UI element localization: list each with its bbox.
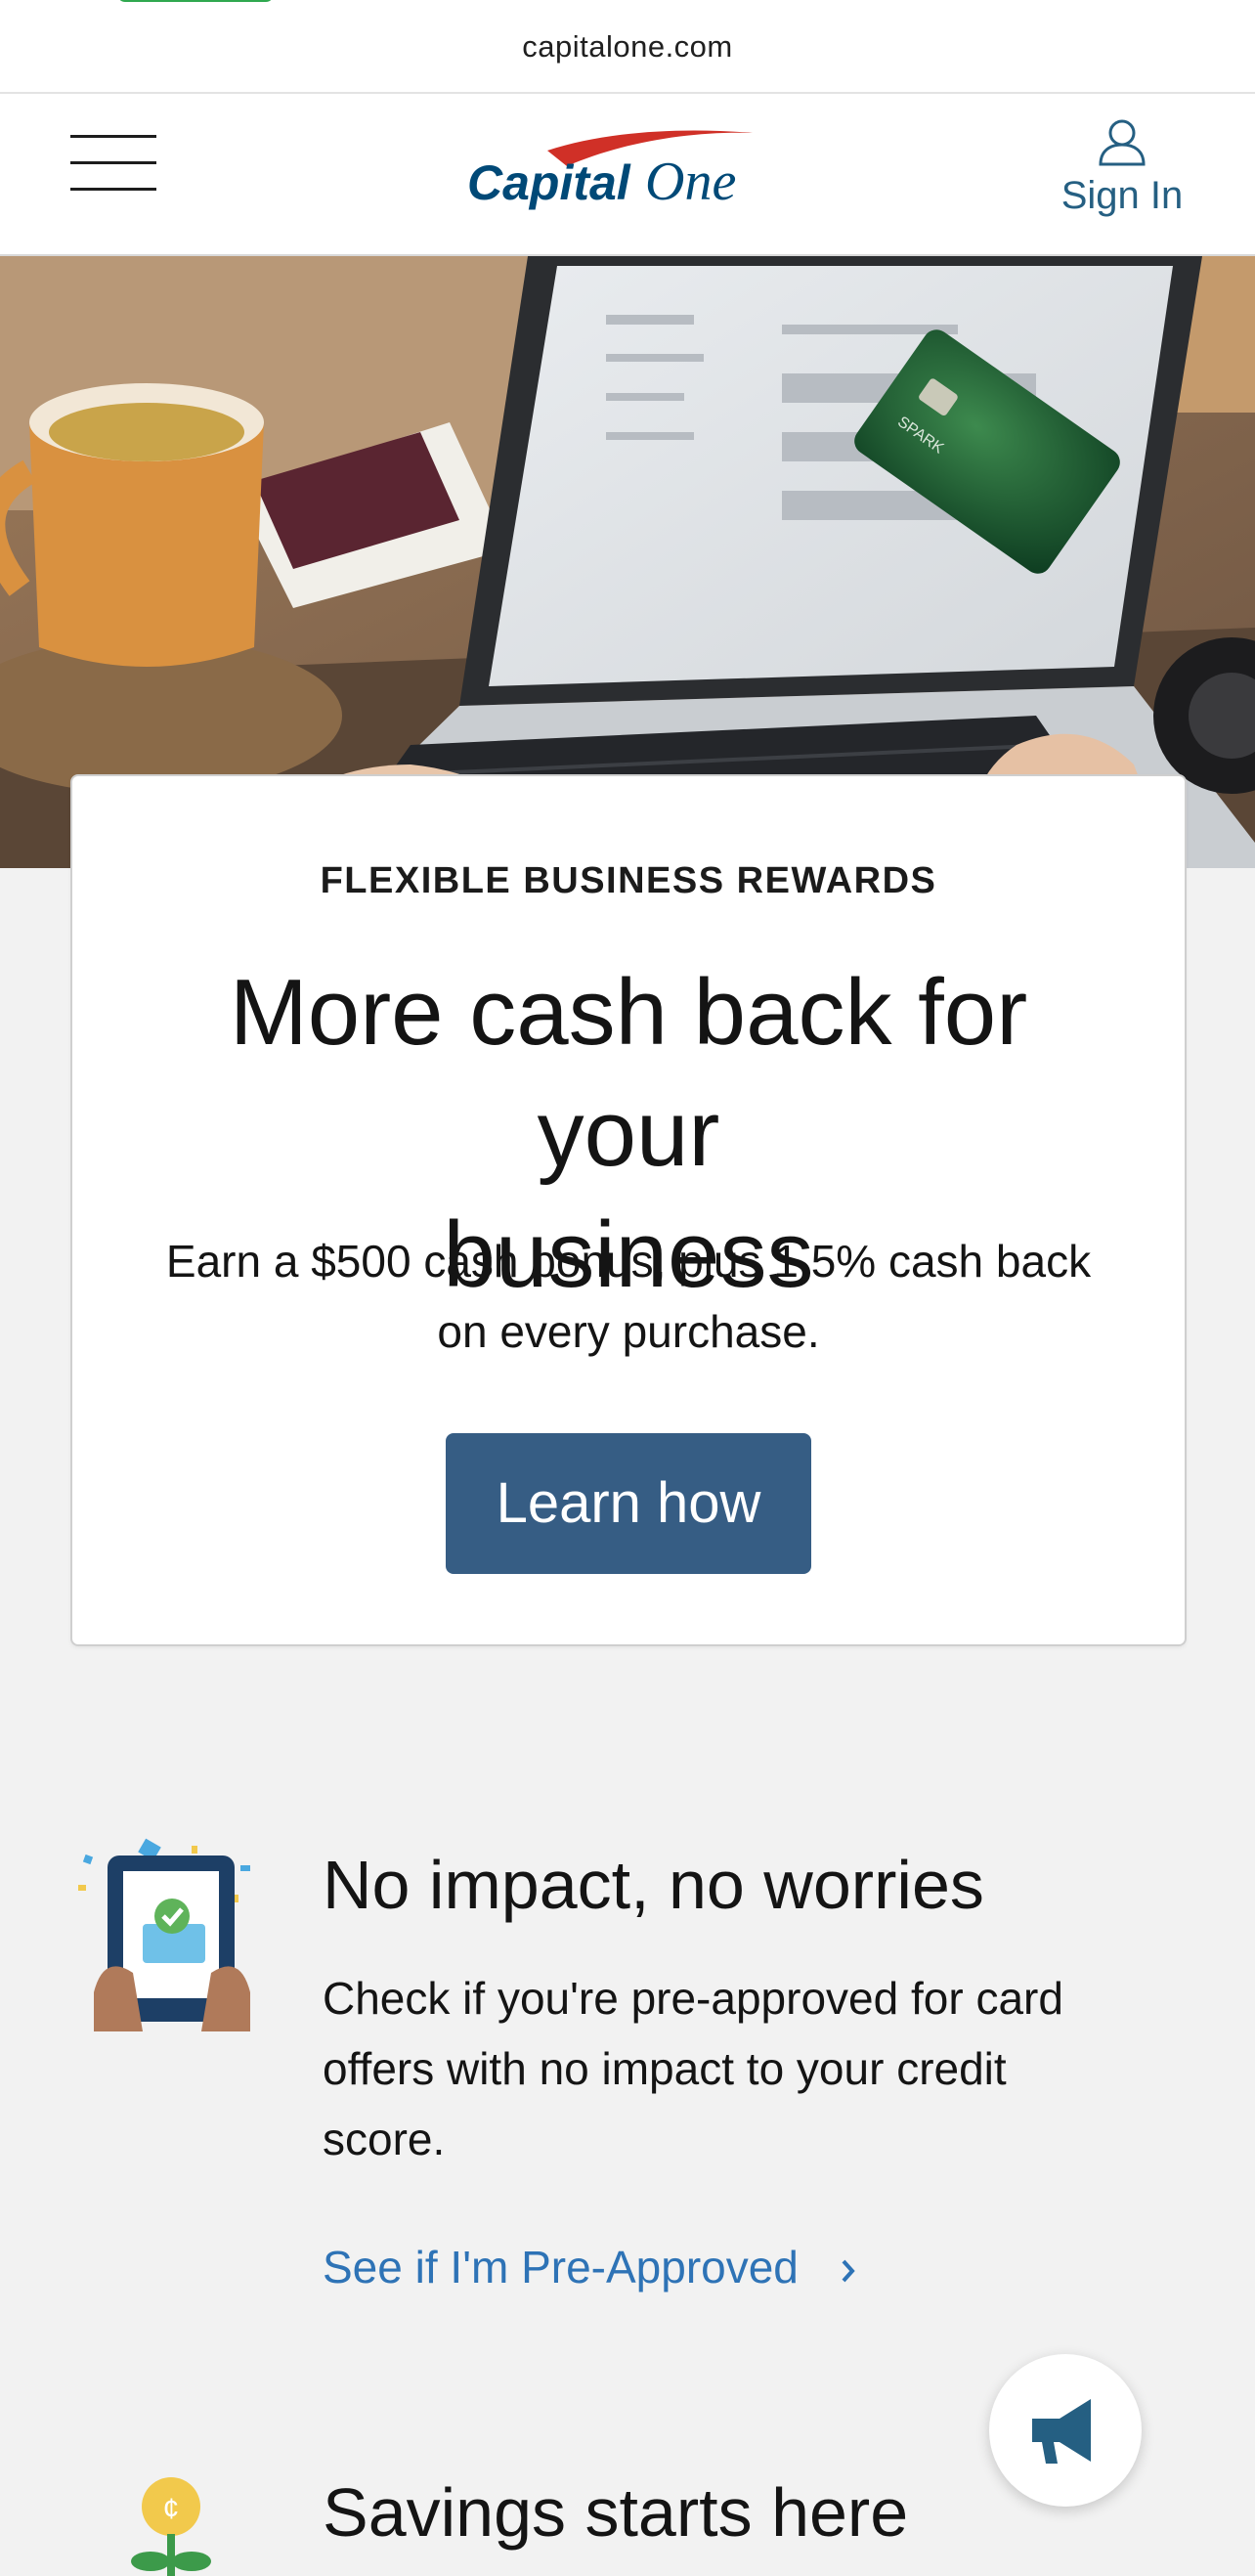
browser-url-bar[interactable]: capitalone.com xyxy=(0,0,1255,94)
feature-title-savings: Savings starts here xyxy=(323,2474,909,2551)
browser-tab-indicator xyxy=(117,0,274,2)
url-text: capitalone.com xyxy=(522,29,733,64)
learn-how-button[interactable]: Learn how xyxy=(446,1433,811,1574)
chevron-right-icon xyxy=(842,2259,855,2283)
svg-text:¢: ¢ xyxy=(163,2493,180,2525)
sign-in-button[interactable]: Sign In xyxy=(1044,113,1200,231)
promo-eyebrow: FLEXIBLE BUSINESS REWARDS xyxy=(320,860,937,901)
sign-in-label: Sign In xyxy=(1060,174,1184,217)
tablet-approved-icon xyxy=(78,1838,250,2031)
feature-body-line3: score. xyxy=(323,2114,446,2164)
pre-approved-link-label: See if I'm Pre-Approved xyxy=(323,2242,799,2292)
hamburger-menu-icon[interactable] xyxy=(70,135,156,192)
feature-title-pre-approved: No impact, no worries xyxy=(323,1847,984,1923)
feedback-button[interactable] xyxy=(989,2354,1142,2507)
feature-body-pre-approved: Check if you're pre-approved for card of… xyxy=(323,1963,1124,2174)
svg-text:One: One xyxy=(645,152,736,212)
capital-one-logo[interactable]: Capital One xyxy=(459,113,772,231)
site-header: Capital One Sign In xyxy=(0,94,1255,256)
pre-approved-link[interactable]: See if I'm Pre-Approved xyxy=(323,2241,858,2293)
promo-headline-line1: More cash back for your xyxy=(229,960,1028,1186)
svg-text:Capital: Capital xyxy=(467,155,631,210)
user-icon xyxy=(1099,119,1146,166)
promo-subtext: Earn a $500 cash bonus, plus 1.5% cash b… xyxy=(131,1226,1126,1367)
promo-subtext-line1: Earn a $500 cash bonus, plus 1.5% cash b… xyxy=(165,1236,1092,1287)
feature-body-line2: offers with no impact to your credit xyxy=(323,2043,1007,2094)
feature-body-line1: Check if you're pre-approved for card xyxy=(323,1973,1063,2024)
megaphone-icon xyxy=(1032,2399,1091,2464)
savings-plant-icon: ¢ xyxy=(131,2477,211,2576)
promo-card: FLEXIBLE BUSINESS REWARDS More cash back… xyxy=(70,774,1187,1646)
promo-subtext-line2: on every purchase. xyxy=(437,1306,820,1357)
